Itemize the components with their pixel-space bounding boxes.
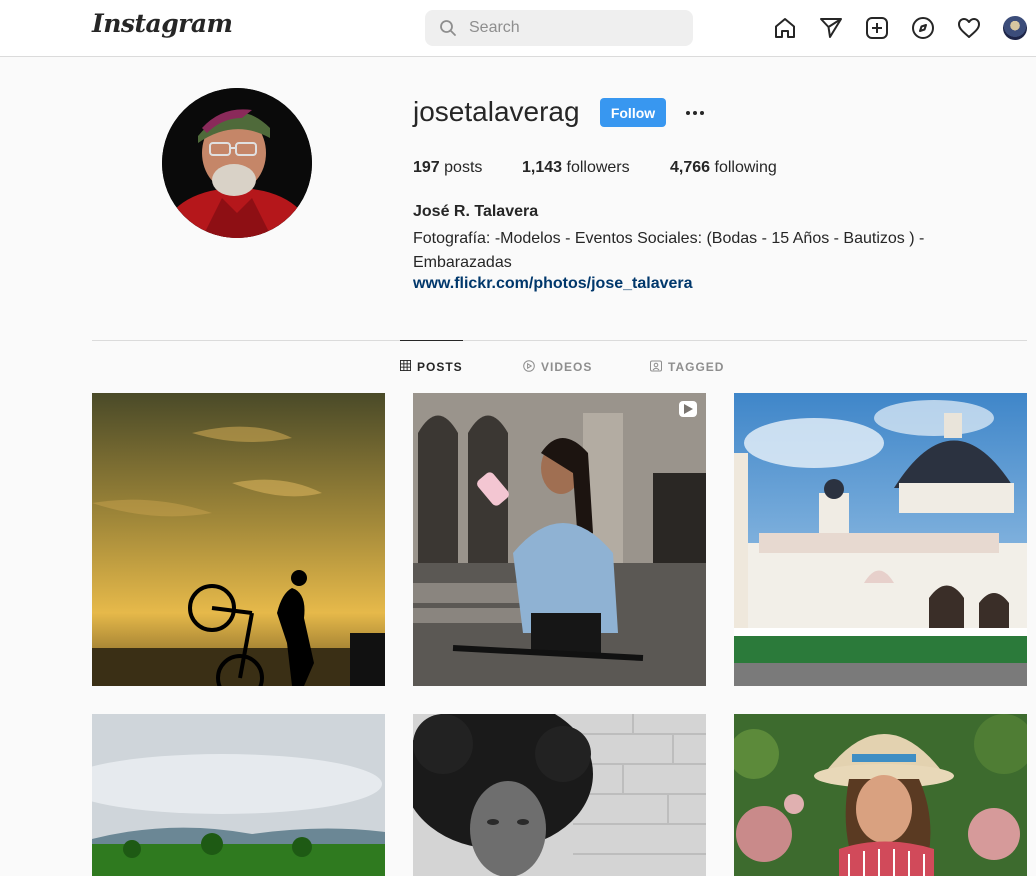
search-input[interactable] [469, 10, 679, 46]
profile-website-link[interactable]: www.flickr.com/photos/jose_talavera [413, 275, 693, 293]
home-icon[interactable] [773, 16, 797, 40]
post-woman-hat[interactable] [734, 714, 1027, 876]
posts-label: posts [444, 159, 483, 176]
direct-message-icon[interactable] [819, 16, 843, 40]
profile-bio: Fotografía: -Modelos - Eventos Sociales:… [413, 227, 953, 275]
more-options-icon[interactable] [683, 101, 707, 125]
active-tab-indicator [400, 340, 463, 341]
followers-stat[interactable]: 1,143 followers [522, 159, 630, 177]
top-navigation-bar: Instagram [0, 0, 1036, 57]
post-landscape[interactable] [92, 714, 385, 876]
bio-line: Fotografía: -Modelos - Eventos Sociales:… [413, 230, 925, 247]
tag-icon [650, 360, 662, 375]
profile-picture[interactable] [162, 88, 312, 238]
search-icon [439, 19, 457, 42]
profile-full-name: José R. Talavera [413, 203, 539, 220]
tab-label: VIDEOS [541, 360, 593, 374]
posts-count: 197 [413, 159, 440, 176]
explore-icon[interactable] [911, 16, 935, 40]
new-post-icon[interactable] [865, 16, 889, 40]
tab-videos[interactable]: VIDEOS [523, 359, 592, 375]
grid-icon [400, 360, 411, 374]
following-count: 4,766 [670, 159, 711, 176]
followers-label: followers [566, 159, 630, 176]
posts-count-stat: 197 posts [413, 159, 482, 177]
search-box[interactable] [425, 10, 693, 46]
profile-username: josetalaverag [413, 96, 580, 127]
following-label: following [714, 159, 777, 176]
tabs-divider [92, 340, 1027, 341]
instagram-logo[interactable]: Instagram [92, 9, 233, 38]
profile-avatar-icon[interactable] [1003, 16, 1027, 40]
play-circle-icon [523, 359, 535, 375]
post-sunset-cyclist[interactable] [92, 393, 385, 686]
followers-count: 1,143 [522, 159, 563, 176]
tab-posts[interactable]: POSTS [400, 359, 463, 375]
heart-icon[interactable] [957, 16, 981, 40]
tab-tagged[interactable]: TAGGED [650, 359, 724, 375]
following-stat[interactable]: 4,766 following [670, 159, 777, 177]
tab-label: TAGGED [668, 360, 725, 374]
post-woman-drinking-bike[interactable] [413, 393, 706, 686]
follow-button[interactable]: Follow [600, 98, 666, 127]
tab-label: POSTS [417, 360, 463, 374]
bio-line: Embarazadas [413, 254, 512, 271]
post-bw-portrait[interactable] [413, 714, 706, 876]
post-church[interactable] [734, 393, 1027, 686]
